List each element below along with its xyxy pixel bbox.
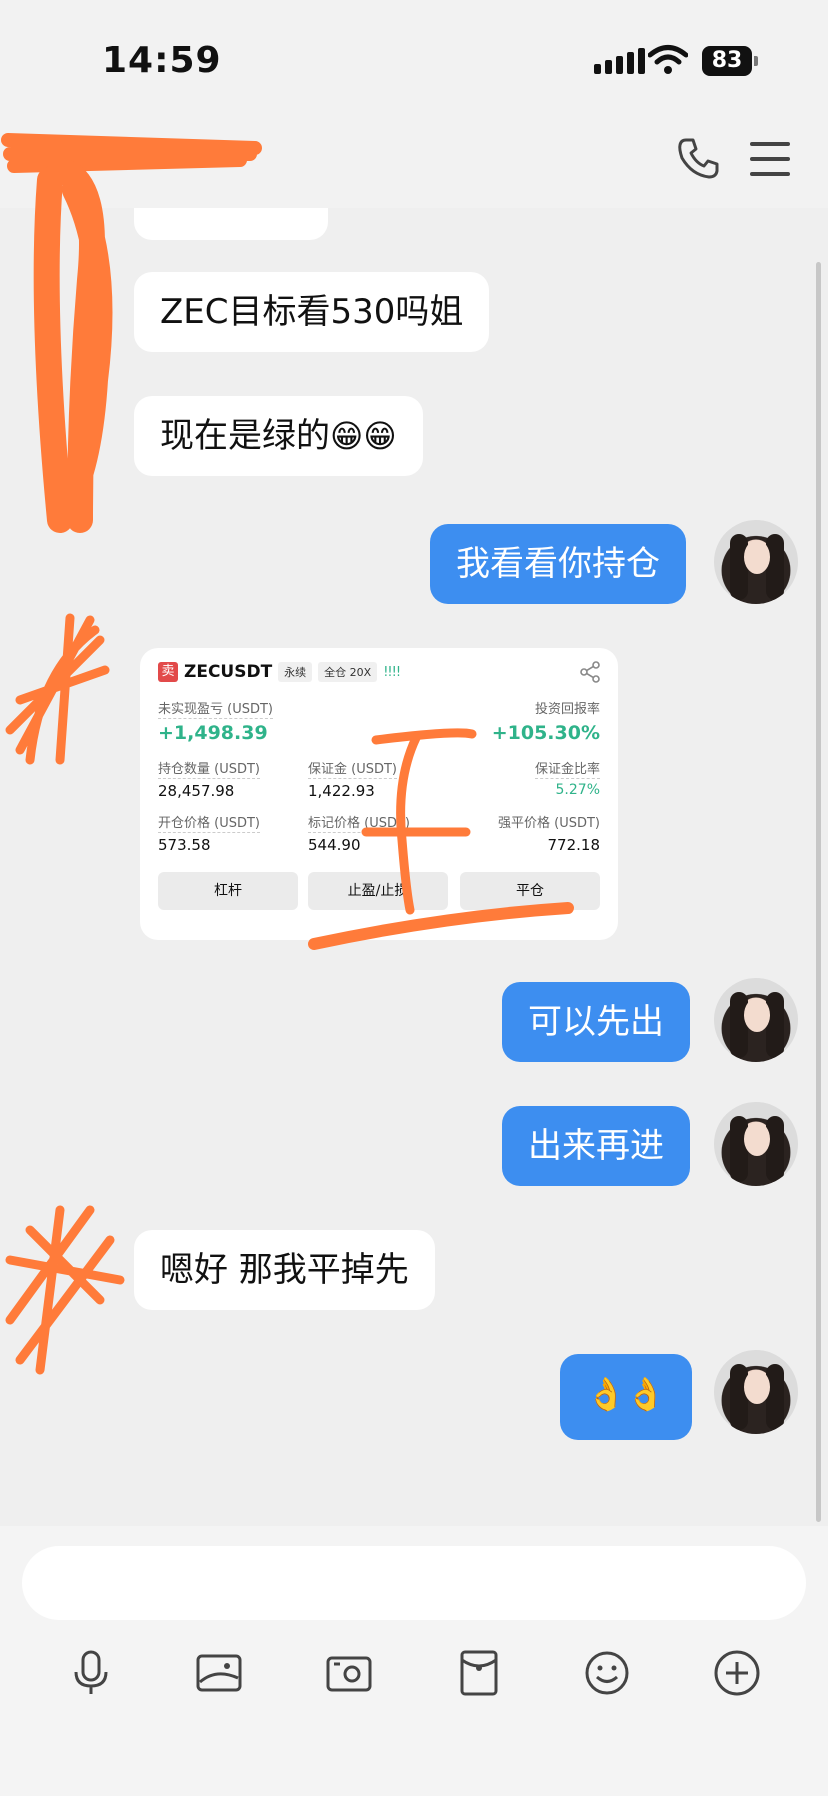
status-time: 14:59 [102,40,222,81]
message-bubble-incoming[interactable]: ZEC目标看530吗姐 [134,272,490,352]
avatar[interactable] [714,520,798,604]
entry-price-label: 开仓价格 (USDT) [158,812,260,833]
sell-tag: 卖 [158,662,178,682]
avatar[interactable] [714,1102,798,1186]
contract-type-badge: 永续 [278,662,313,682]
redaction-scribble-avatar [33,160,113,533]
message-bubble-incoming[interactable]: 嗯好 那我平掉先 [134,1230,435,1310]
handwritten-annotation [308,728,574,950]
message-bubble-outgoing[interactable]: 可以先出 [502,982,690,1062]
unrealized-pnl-label: 未实现盈亏 (USDT) [158,698,273,719]
message-bubble-outgoing[interactable]: 出来再进 [502,1106,690,1186]
message-bubble-outgoing[interactable]: 👌👌 [560,1354,692,1440]
battery-tip [754,56,758,66]
battery-indicator: 83 [702,46,752,76]
message-bubble-outgoing[interactable]: 我看看你持仓 [430,524,686,604]
message-text: 可以先出 [528,1002,664,1042]
message-text: ZEC目标看530吗姐 [160,292,464,332]
entry-price-value: 573.58 [158,836,211,854]
red-packet-icon[interactable] [454,1648,504,1698]
card-title-row: 卖 ZECUSDT 永续 全仓 20X !!!! [158,662,401,682]
message-bubble-incoming[interactable]: 现在是绿的😁😁 [134,396,423,476]
redaction-scribble-avatar [5,613,110,765]
composer [0,1526,828,1796]
redaction-scribble-avatar [5,1205,125,1375]
microphone-icon[interactable] [66,1648,116,1698]
position-size-value: 28,457.98 [158,782,235,800]
share-icon[interactable] [578,660,602,684]
image-icon[interactable] [194,1648,244,1698]
ok-hand-emoji: 👌👌 [586,1375,666,1413]
menu-icon[interactable] [750,142,790,176]
wifi-icon [648,45,688,74]
message-text: 出来再进 [528,1126,664,1166]
plus-icon[interactable] [712,1648,762,1698]
message-text: 我看看你持仓 [456,544,660,584]
grin-emoji: 😁😁 [330,417,397,455]
message-text: 嗯好 那我平掉先 [160,1250,409,1290]
unrealized-pnl-value: +1,498.39 [158,722,268,744]
message-text: 现在是绿的 [160,416,330,456]
leverage-button[interactable]: 杠杆 [158,872,298,910]
symbol-label: ZECUSDT [184,662,273,682]
camera-icon[interactable] [324,1648,374,1698]
cellular-signal-icon [594,48,645,74]
emoji-icon[interactable] [582,1648,632,1698]
roi-label: 投资回报率 [534,702,600,717]
signal-bars: !!!! [383,664,401,680]
position-size-label: 持仓数量 (USDT) [158,758,260,779]
scrollbar[interactable] [816,262,821,1522]
margin-mode-badge: 全仓 20X [318,662,378,682]
phone-call-icon[interactable] [676,136,720,180]
avatar[interactable] [714,1350,798,1434]
message-input[interactable] [22,1546,806,1620]
status-bar: 14:59 83 [0,0,828,120]
avatar[interactable] [714,978,798,1062]
partial-message-bubble [134,208,328,240]
